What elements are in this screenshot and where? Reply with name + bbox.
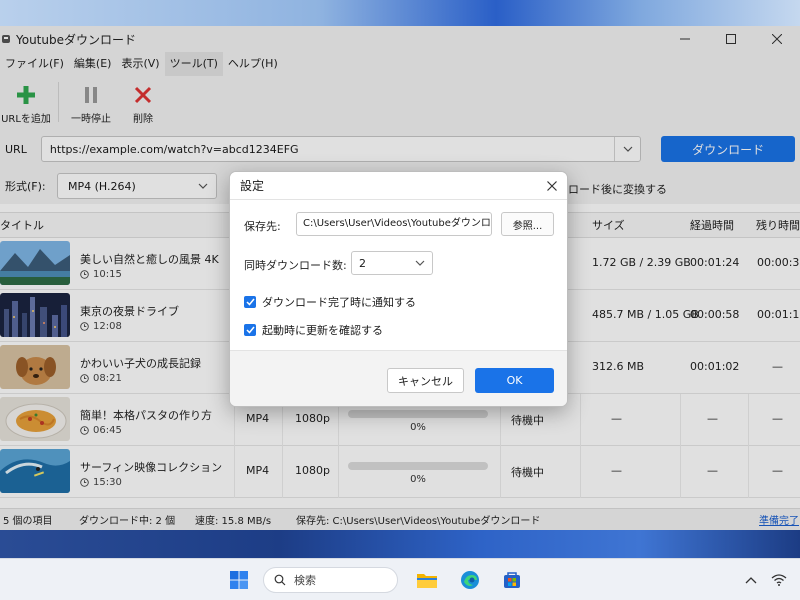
notify-on-complete-option[interactable]: ダウンロード完了時に通知する: [244, 294, 416, 310]
desktop-wallpaper-bottom: [0, 530, 800, 558]
wifi-icon[interactable]: [766, 567, 792, 593]
save-location-label: 保存先:: [244, 220, 281, 233]
start-menu-icon[interactable]: [226, 567, 252, 593]
close-icon: [547, 180, 557, 191]
dialog-close-button[interactable]: [547, 180, 557, 191]
edge-browser-icon[interactable]: [457, 567, 483, 593]
file-explorer-icon[interactable]: [414, 567, 440, 593]
dialog-body: 保存先: C:\Users\User\Videos\Youtubeダウンロード …: [230, 200, 567, 350]
save-path-input[interactable]: C:\Users\User\Videos\Youtubeダウンロード: [296, 212, 492, 236]
check-updates-option[interactable]: 起動時に更新を確認する: [244, 322, 383, 338]
cancel-button[interactable]: キャンセル: [387, 368, 464, 393]
dialog-title: 設定: [240, 179, 265, 193]
taskbar-search[interactable]: 検索: [263, 567, 398, 593]
dialog-footer: キャンセル OK: [230, 350, 567, 406]
update-label: 起動時に更新を確認する: [262, 324, 383, 337]
settings-dialog: 設定 保存先: C:\Users\User\Videos\Youtubeダウンロ…: [229, 171, 568, 407]
concurrent-downloads-select[interactable]: 2: [351, 251, 433, 275]
chevron-down-icon: [415, 260, 425, 266]
ok-button[interactable]: OK: [475, 368, 554, 393]
notify-label: ダウンロード完了時に通知する: [262, 296, 416, 309]
concurrent-downloads-label: 同時ダウンロード数:: [244, 259, 347, 272]
checkbox-checked-icon[interactable]: [244, 324, 256, 336]
desktop-wallpaper-top: [0, 0, 800, 26]
checkbox-checked-icon[interactable]: [244, 296, 256, 308]
search-placeholder: 検索: [294, 574, 316, 587]
store-icon[interactable]: [499, 567, 525, 593]
browse-button[interactable]: 参照...: [501, 212, 554, 236]
taskbar: 検索: [0, 558, 800, 600]
chevron-up-icon[interactable]: [738, 567, 764, 593]
concurrent-value: 2: [359, 256, 366, 270]
search-icon: [274, 574, 286, 586]
dialog-header: 設定: [230, 172, 567, 200]
